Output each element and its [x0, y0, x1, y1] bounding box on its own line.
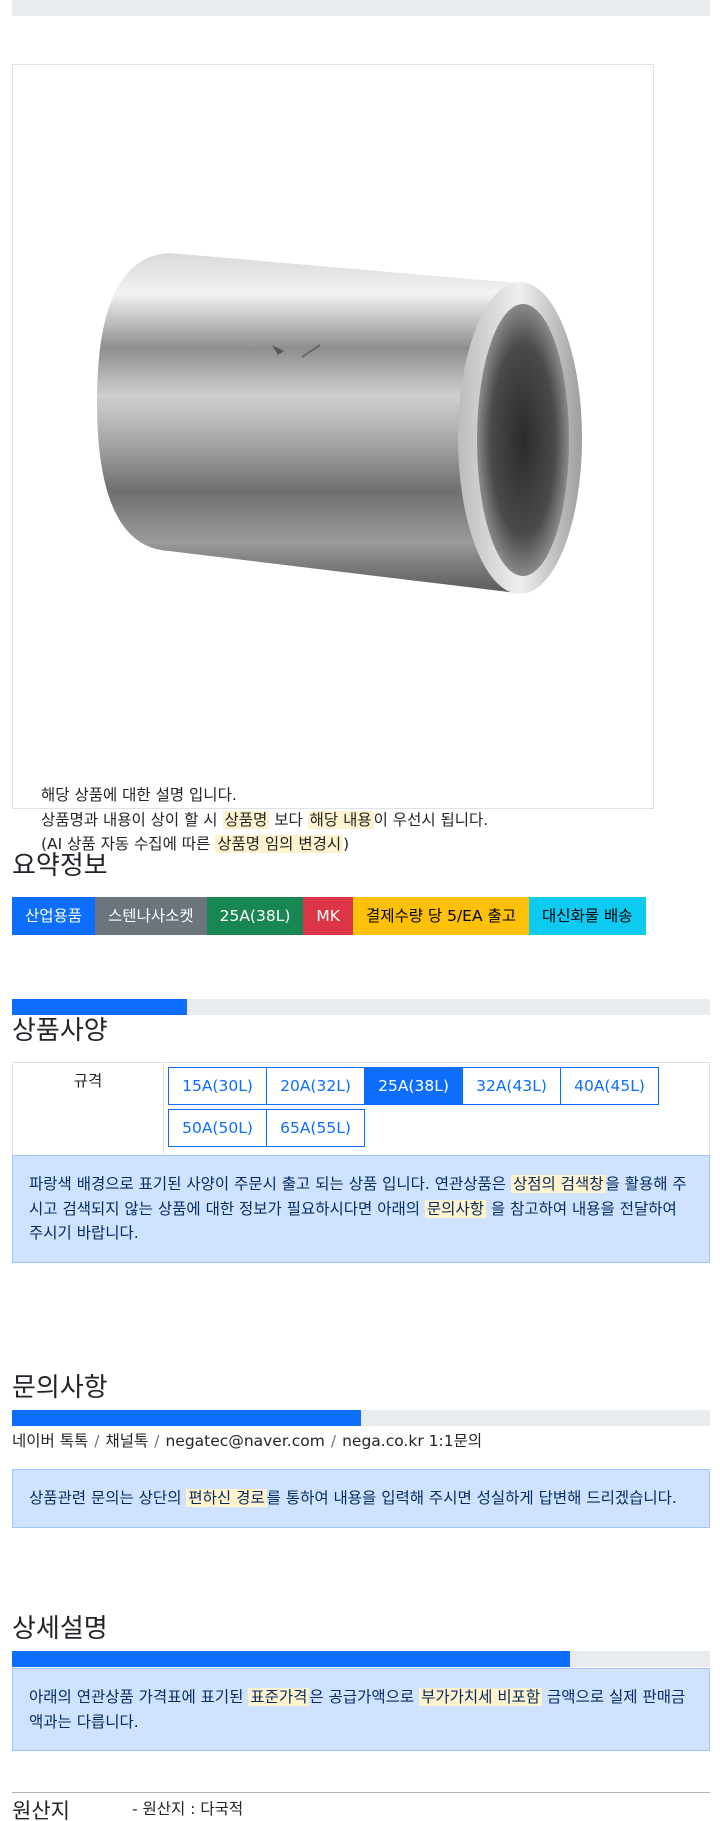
spec-option-25a[interactable]: 25A(38L): [364, 1067, 463, 1105]
detail-notice: 아래의 연관상품 가격표에 표기된 표준가격 은 공급가액으로 부가가치세 비포함…: [12, 1668, 710, 1751]
contact-naver-talk[interactable]: 네이버 톡톡: [12, 1432, 88, 1450]
spec-option-15a[interactable]: 15A(30L): [168, 1067, 267, 1105]
origin-divider: [12, 1792, 710, 1793]
badge-shipping: 대신화물 배송: [529, 897, 646, 935]
summary-title: 요약정보: [12, 851, 108, 881]
summary-badges: 산업용품 스텐나사소켓 25A(38L) MK 결제수량 당 5/EA 출고 대…: [12, 897, 646, 935]
inquiry-notice: 상품관련 문의는 상단의 편하신 경로 를 통하여 내용을 입력해 주시면 성실하…: [12, 1469, 710, 1528]
detail-progress-fill: [12, 1651, 571, 1667]
badge-category: 산업용품: [12, 897, 96, 935]
note-line-2: 상품명과 내용이 상이 할 시 상품명 보다 해당 내용 이 우선시 됩니다.: [41, 810, 489, 829]
badge-brand: MK: [303, 897, 353, 935]
top-progress-bar: [12, 0, 710, 16]
note-line-3: (AI 상품 자동 수집에 따른 상품명 임의 변경시): [41, 835, 350, 853]
spec-option-20a[interactable]: 20A(32L): [266, 1067, 365, 1105]
spec-option-40a[interactable]: 40A(45L): [560, 1067, 659, 1105]
spec-options: 15A(30L) 20A(32L) 25A(38L) 32A(43L) 40A(…: [168, 1067, 688, 1151]
highlight-product-name: 상품명: [222, 810, 270, 829]
product-description-note: 해당 상품에 대한 설명 입니다. 상품명과 내용이 상이 할 시 상품명 보다…: [41, 783, 488, 857]
badge-size: 25A(38L): [206, 897, 304, 935]
highlight-rename: 상품명 임의 변경시: [215, 835, 344, 853]
note-line-1: 해당 상품에 대한 설명 입니다.: [41, 786, 237, 804]
spec-table: 규격 15A(30L) 20A(32L) 25A(38L) 32A(43L) 4…: [12, 1062, 710, 1156]
highlight-route: 편하신 경로: [186, 1489, 267, 1507]
inquiry-progress-fill: [12, 1410, 361, 1426]
highlight-inquiry: 문의사항: [424, 1199, 486, 1218]
contact-channel-talk[interactable]: 채널톡: [105, 1432, 148, 1450]
spec-label: 규격: [13, 1063, 164, 1155]
inquiry-title: 문의사항: [12, 1373, 108, 1403]
badge-quantity: 결제수량 당 5/EA 출고: [352, 897, 530, 935]
spec-option-65a[interactable]: 65A(55L): [266, 1109, 365, 1147]
contact-email[interactable]: negatec@naver.com: [165, 1432, 324, 1450]
inquiry-progress-bar: [12, 1410, 710, 1426]
highlight-search: 상점의 검색창: [511, 1175, 606, 1193]
detail-title: 상세설명: [12, 1614, 108, 1644]
spec-notice: 파랑색 배경으로 표기된 사양이 주문시 출고 되는 상품 입니다. 연관상품은…: [12, 1155, 710, 1263]
contact-site-inquiry[interactable]: nega.co.kr 1:1문의: [342, 1432, 482, 1450]
product-image-card: 해당 상품에 대한 설명 입니다. 상품명과 내용이 상이 할 시 상품명 보다…: [12, 64, 654, 853]
spec-title: 상품사양: [12, 1016, 108, 1046]
spec-progress-bar: [12, 999, 710, 1015]
highlight-content: 해당 내용: [307, 810, 374, 829]
origin-value: - 원산지 : 다국적: [132, 1800, 244, 1818]
badge-product-type: 스텐나사소켓: [95, 897, 207, 935]
highlight-standard-price: 표준가격: [248, 1688, 310, 1706]
origin-label: 원산지: [12, 1799, 70, 1821]
detail-progress-bar: [12, 1651, 710, 1667]
highlight-vat: 부가가치세 비포함: [419, 1688, 543, 1706]
spec-option-32a[interactable]: 32A(43L): [462, 1067, 561, 1105]
spec-option-50a[interactable]: 50A(50L): [168, 1109, 267, 1147]
contact-channels: 네이버 톡톡 / 채널톡 / negatec@naver.com / nega.co.kr …: [12, 1432, 483, 1450]
stainless-socket-image: [97, 253, 582, 594]
